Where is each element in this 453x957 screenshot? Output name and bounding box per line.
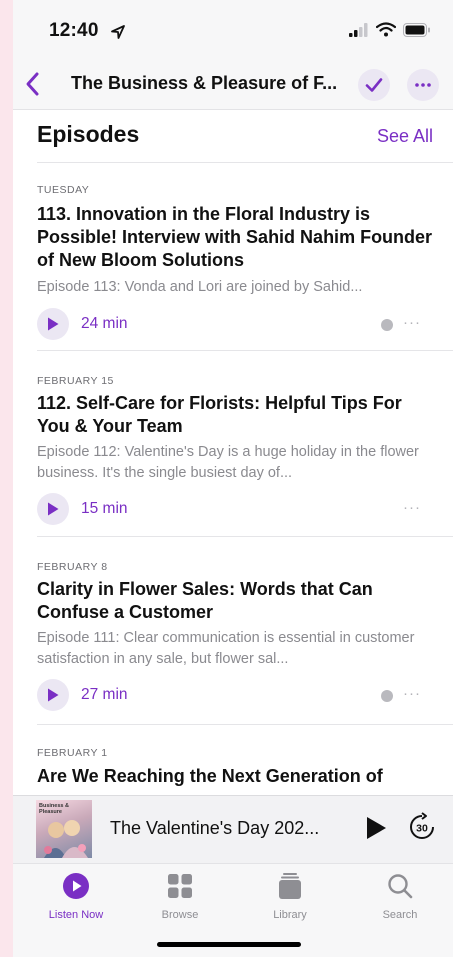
now-playing-title: The Valentine's Day 202... — [110, 818, 320, 838]
download-icon[interactable] — [381, 319, 393, 331]
tab-listen-now[interactable]: Listen Now — [31, 872, 121, 921]
episode-more-button[interactable]: ··· — [403, 499, 421, 516]
episode-date: FEBRUARY 15 — [37, 375, 114, 387]
skip-forward-button[interactable]: 30 — [407, 812, 437, 847]
tab-label: Search — [382, 909, 418, 921]
episode-title: 112. Self-Care for Florists: Helpful Tip… — [37, 393, 402, 436]
wifi-icon — [376, 22, 396, 37]
episode-duration: 27 min — [81, 686, 128, 703]
phone-screen: 12:40 The Business & Pleasure of F... Ep… — [13, 0, 453, 957]
more-options-button[interactable] — [407, 69, 439, 101]
podcast-artwork: Business & Pleasure — [36, 800, 92, 858]
play-circle-icon — [63, 873, 89, 899]
artwork-image — [44, 820, 88, 858]
play-icon — [48, 317, 59, 331]
search-icon — [388, 874, 413, 899]
episode-description: Episode 113: Vonda and Lori are joined b… — [37, 279, 363, 295]
episode-item[interactable]: FEBRUARY 8 Clarity in Flower Sales: Word… — [37, 536, 453, 724]
episode-date: FEBRUARY 1 — [37, 747, 108, 759]
play-button[interactable] — [37, 679, 69, 711]
ellipsis-icon — [415, 83, 431, 87]
play-button[interactable] — [37, 308, 69, 340]
tab-browse[interactable]: Browse — [135, 872, 225, 921]
tab-label: Browse — [161, 909, 199, 921]
episode-duration: 24 min — [81, 315, 128, 332]
play-icon — [48, 502, 59, 516]
chevron-left-icon — [26, 72, 39, 96]
download-icon[interactable] — [381, 690, 393, 702]
tab-label: Library — [273, 909, 307, 921]
mini-play-button[interactable] — [365, 816, 387, 845]
battery-icon — [403, 22, 430, 37]
episode-title: Are We Reaching the Next Generation of — [37, 766, 383, 786]
back-button[interactable] — [25, 70, 41, 103]
episode-title: 113. Innovation in the Floral Industry i… — [37, 204, 433, 270]
episode-description: Episode 111: Clear communication is esse… — [37, 630, 415, 667]
episode-title: Clarity in Flower Sales: Words that Can … — [37, 579, 373, 622]
tab-library[interactable]: Library — [245, 872, 335, 921]
location-arrow-icon — [111, 25, 125, 39]
mini-player[interactable]: Business & Pleasure The Valentine's Day … — [13, 795, 453, 863]
play-icon — [367, 817, 386, 839]
episode-item[interactable]: FEBRUARY 15 112. Self-Care for Florists:… — [37, 350, 453, 536]
status-bar: 12:40 — [13, 0, 453, 60]
episode-more-button[interactable]: ··· — [403, 685, 421, 702]
podcast-title: The Business & Pleasure of F... — [71, 73, 338, 93]
section-title: Episodes — [37, 121, 140, 147]
episode-item[interactable]: FEBRUARY 1 Are We Reaching the Next Gene… — [37, 724, 453, 795]
tab-label: Listen Now — [48, 909, 104, 921]
tab-search[interactable]: Search — [355, 872, 445, 921]
episode-date: TUESDAY — [37, 184, 90, 196]
episode-duration: 15 min — [81, 500, 128, 517]
episode-more-button[interactable]: ··· — [403, 314, 421, 331]
skip-forward-30-icon: 30 — [410, 812, 434, 839]
episode-date: FEBRUARY 8 — [37, 561, 108, 573]
episode-item[interactable]: TUESDAY 113. Innovation in the Floral In… — [37, 162, 453, 350]
episode-description: Episode 112: Valentine's Day is a huge h… — [37, 444, 419, 481]
home-indicator[interactable] — [157, 942, 301, 947]
episodes-header: Episodes See All — [13, 110, 453, 162]
status-icons — [349, 22, 431, 37]
cellular-signal-icon — [349, 22, 368, 37]
checkmark-icon — [365, 78, 383, 92]
play-button[interactable] — [37, 493, 69, 525]
subscribed-button[interactable] — [358, 69, 390, 101]
see-all-link[interactable]: See All — [377, 126, 433, 147]
play-icon — [48, 688, 59, 702]
stack-icon — [279, 873, 301, 899]
navigation-bar: The Business & Pleasure of F... — [13, 60, 453, 110]
status-time: 12:40 — [49, 20, 99, 41]
skip-seconds-label: 30 — [416, 823, 428, 835]
grid-icon — [168, 874, 192, 898]
